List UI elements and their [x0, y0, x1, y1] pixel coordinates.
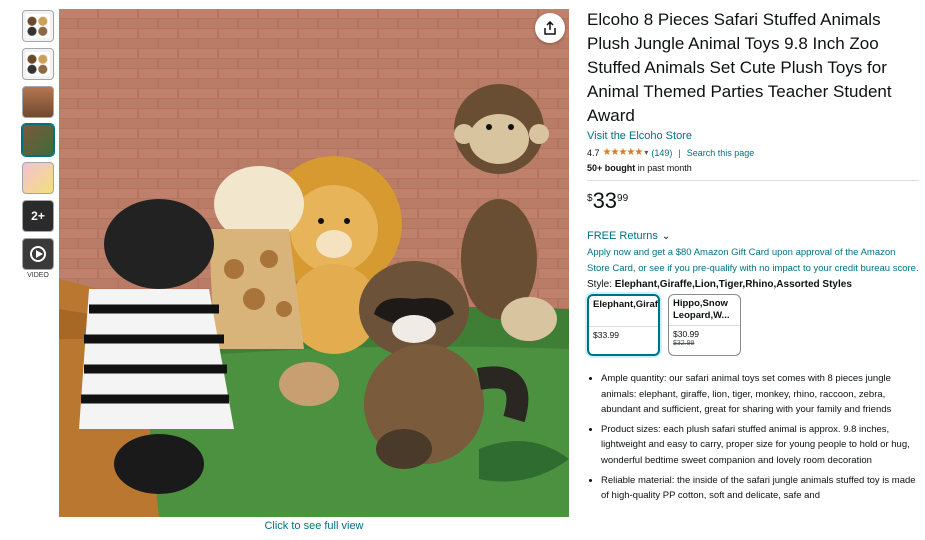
option-name: Elephant,Giraffe,Lion,T...: [593, 299, 658, 310]
chevron-down-icon[interactable]: ▾: [644, 148, 648, 157]
feature-bullet: Ample quantity: our safari animal toys s…: [601, 371, 919, 418]
price-fraction: 99: [617, 193, 629, 204]
style-options: Elephant,Giraffe,Lion,T... $33.99 Hippo,…: [587, 294, 919, 356]
bought-suffix: in past month: [635, 163, 692, 173]
divider: [587, 180, 919, 181]
chevron-down-icon: ⌄: [661, 230, 671, 242]
free-returns-link[interactable]: FREE Returns ⌄: [587, 230, 919, 242]
thumbnail-1[interactable]: [22, 10, 54, 42]
option-price: $30.99: [673, 329, 699, 339]
product-details: Elcoho 8 Pieces Safari Stuffed Animals P…: [587, 8, 919, 508]
share-button[interactable]: [535, 13, 565, 43]
main-product-image[interactable]: [59, 9, 569, 517]
search-page-link[interactable]: Search this page: [687, 148, 755, 158]
plush-animals-photo: [59, 9, 569, 517]
share-icon: [544, 21, 556, 35]
thumbnail-3[interactable]: [22, 86, 54, 118]
ratings-count-link[interactable]: (149): [651, 148, 672, 158]
option-old-price: $32.99: [673, 340, 695, 347]
style-option-2[interactable]: Hippo,Snow Leopard,W... $30.99 $32.99: [668, 294, 741, 356]
option-name: Hippo,Snow Leopard,W...: [673, 298, 730, 321]
play-icon: [30, 246, 46, 262]
style-label: Style:: [587, 279, 615, 290]
rating-row: 4.7 ★★★★★ ▾ (149) | Search this page: [587, 147, 919, 158]
feature-bullet: Reliable material: the inside of the saf…: [601, 473, 919, 504]
bought-in-past-month: 50+ bought in past month: [587, 163, 919, 173]
gift-card-offer-link[interactable]: Apply now and get a $80 Amazon Gift Card…: [587, 245, 919, 277]
feature-bullets: Ample quantity: our safari animal toys s…: [587, 371, 919, 504]
free-returns-label: FREE Returns: [587, 230, 658, 242]
bought-count: 50+ bought: [587, 163, 636, 173]
thumbnail-strip: 2+ VIDEO: [22, 10, 54, 279]
price: $ 33 99: [587, 190, 919, 212]
option-price: $33.99: [593, 330, 619, 340]
thumbnail-5[interactable]: [22, 162, 54, 194]
feature-bullet: Product sizes: each plush safari stuffed…: [601, 422, 919, 469]
star-rating-icon[interactable]: ★★★★★: [603, 147, 644, 158]
style-selector-label: Style: Elephant,Giraffe,Lion,Tiger,Rhino…: [587, 279, 919, 290]
click-to-see-full-view[interactable]: Click to see full view: [59, 520, 569, 532]
style-value: Elephant,Giraffe,Lion,Tiger,Rhino,Assort…: [614, 279, 852, 290]
rating-value: 4.7: [587, 147, 600, 158]
product-title: Elcoho 8 Pieces Safari Stuffed Animals P…: [587, 10, 892, 125]
thumbnail-more[interactable]: 2+: [22, 200, 54, 232]
price-whole: 33: [592, 188, 618, 213]
more-count: 2+: [31, 209, 45, 223]
style-option-1[interactable]: Elephant,Giraffe,Lion,T... $33.99: [587, 294, 660, 356]
separator: |: [678, 147, 681, 158]
thumbnail-video[interactable]: [22, 238, 54, 270]
thumbnail-2[interactable]: [22, 48, 54, 80]
store-link[interactable]: Visit the Elcoho Store: [587, 130, 919, 142]
thumbnail-4[interactable]: [22, 124, 54, 156]
video-label: VIDEO: [27, 272, 49, 279]
